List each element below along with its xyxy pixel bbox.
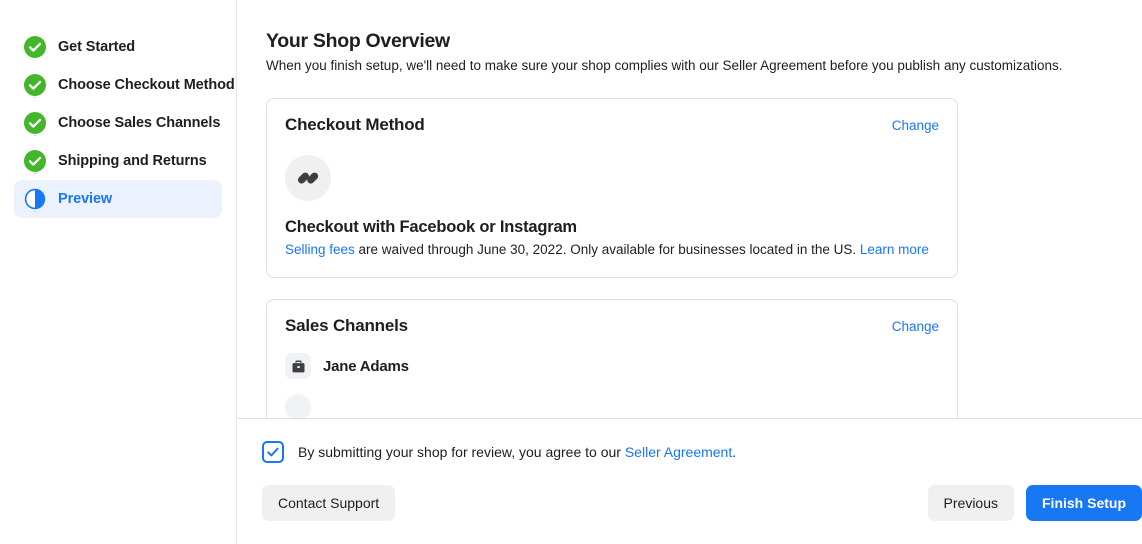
change-checkout-method-link[interactable]: Change	[892, 115, 939, 137]
check-circle-icon	[24, 36, 46, 58]
sidebar-step-label: Get Started	[58, 39, 136, 55]
finish-setup-button[interactable]: Finish Setup	[1026, 485, 1142, 521]
footer-actions: Contact Support Previous Finish Setup	[238, 463, 1142, 521]
sales-channel-row[interactable]: Jane Adams	[285, 353, 939, 379]
selling-fees-link[interactable]: Selling fees	[285, 242, 355, 257]
sidebar-step-get-started[interactable]: Get Started	[14, 28, 222, 66]
seller-agreement-checkbox[interactable]	[262, 441, 284, 463]
card-title: Sales Channels	[285, 316, 408, 335]
sales-channel-row-partial[interactable]	[285, 394, 939, 419]
change-sales-channels-link[interactable]: Change	[892, 316, 939, 338]
learn-more-link[interactable]: Learn more	[860, 242, 929, 257]
checkout-method-card: Checkout Method Change Checkout with Fac…	[266, 98, 958, 278]
steps-list: Get Started Choose Checkout Method Choos…	[0, 28, 236, 218]
page-subtitle: When you finish setup, we'll need to mak…	[266, 58, 1063, 73]
sales-channels-card: Sales Channels Change Jane Adams	[266, 299, 958, 419]
previous-button[interactable]: Previous	[927, 485, 1014, 521]
avatar	[285, 394, 311, 419]
sidebar-step-shipping-and-returns[interactable]: Shipping and Returns	[14, 142, 222, 180]
sidebar-step-label: Choose Checkout Method	[58, 77, 235, 93]
agreement-prefix: By submitting your shop for review, you …	[298, 444, 625, 460]
checkout-shop-icon	[285, 155, 331, 201]
setup-dialog: Get Started Choose Checkout Method Choos…	[0, 0, 1142, 544]
page-title: Your Shop Overview	[266, 30, 450, 52]
checkout-method-name: Checkout with Facebook or Instagram	[285, 218, 577, 236]
sidebar-step-label: Preview	[58, 191, 113, 207]
card-header: Checkout Method Change	[285, 115, 939, 137]
seller-agreement-link[interactable]: Seller Agreement	[625, 444, 732, 460]
check-circle-icon	[24, 150, 46, 172]
card-title: Checkout Method	[285, 115, 425, 134]
setup-steps-sidebar: Get Started Choose Checkout Method Choos…	[0, 0, 237, 544]
sales-channel-name: Jane Adams	[323, 357, 409, 375]
agreement-row: By submitting your shop for review, you …	[238, 419, 1142, 463]
checkout-desc-middle: are waived through June 30, 2022. Only a…	[354, 242, 860, 257]
agreement-suffix: .	[732, 444, 737, 460]
sidebar-step-preview[interactable]: Preview	[14, 180, 222, 218]
briefcase-icon	[285, 353, 311, 379]
sidebar-step-label: Choose Sales Channels	[58, 115, 221, 131]
sidebar-step-choose-checkout-method[interactable]: Choose Checkout Method	[14, 66, 235, 104]
check-circle-icon	[24, 74, 46, 96]
agreement-text: By submitting your shop for review, you …	[298, 444, 736, 460]
contact-support-button[interactable]: Contact Support	[262, 485, 396, 521]
check-circle-icon	[24, 112, 46, 134]
sidebar-step-label: Shipping and Returns	[58, 153, 207, 169]
checkout-method-description: Selling fees are waived through June 30,…	[285, 241, 939, 259]
half-circle-icon	[24, 188, 46, 210]
sidebar-step-choose-sales-channels[interactable]: Choose Sales Channels	[14, 104, 222, 142]
dialog-footer: By submitting your shop for review, you …	[238, 419, 1142, 544]
card-header: Sales Channels Change	[285, 316, 939, 338]
main-content: Your Shop Overview When you finish setup…	[238, 0, 1142, 419]
overview-cards: Checkout Method Change Checkout with Fac…	[238, 75, 1142, 419]
